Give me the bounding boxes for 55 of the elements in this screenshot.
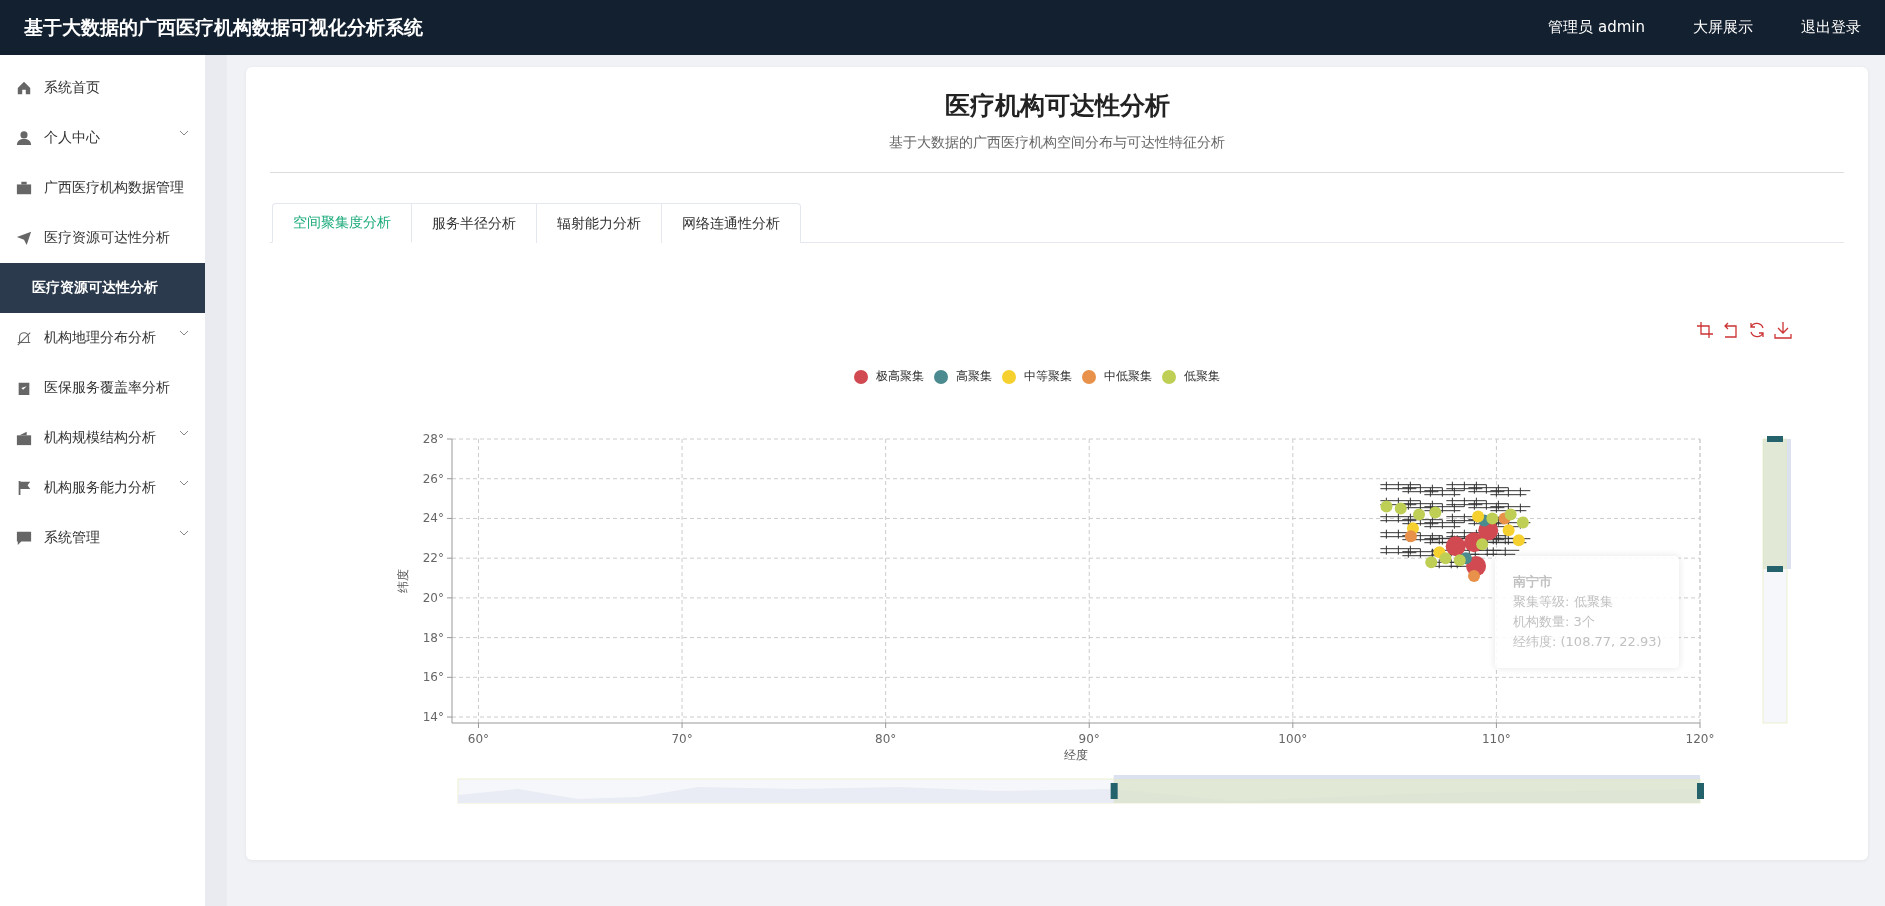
x-tick-label: 110° <box>1481 732 1511 746</box>
sidebar-item[interactable]: 机构服务能力分析 <box>0 463 205 513</box>
sidebar-label: 系统管理 <box>44 529 100 547</box>
legend-item[interactable]: 中等聚集 <box>1002 368 1072 385</box>
y-tick-label: 28° <box>422 432 444 446</box>
legend-item[interactable]: 中低聚集 <box>1082 368 1152 385</box>
x-tick-label: 100° <box>1278 732 1308 746</box>
sidebar-label: 系统首页 <box>44 79 100 97</box>
sidebar-item[interactable]: 系统首页 <box>0 63 205 113</box>
legend-item[interactable]: 极高聚集 <box>854 368 924 385</box>
sidebar-label: 个人中心 <box>44 129 100 147</box>
sidebar-item[interactable]: 机构规模结构分析 <box>0 413 205 463</box>
tooltip-line: 机构数量: 3个 <box>1513 613 1596 631</box>
sidebar-label: 机构服务能力分析 <box>44 479 156 497</box>
tooltip-line: 经纬度: (108.77, 22.93) <box>1513 633 1661 651</box>
tooltip-line: 聚集等级: 低聚集 <box>1513 593 1614 611</box>
y-tick-label: 20° <box>422 590 444 605</box>
x-tick-label: 90° <box>1078 732 1100 746</box>
sidebar-label: 机构地理分布分析 <box>44 329 156 347</box>
sidebar-item[interactable]: 广西医疗机构数据管理 <box>0 163 205 213</box>
y-tick-label: 16° <box>422 670 444 685</box>
sidebar-label: 医保服务覆盖率分析 <box>44 379 170 397</box>
tab[interactable]: 网络连通性分析 <box>662 203 801 243</box>
sidebar-item[interactable]: 医保服务覆盖率分析 <box>0 363 205 413</box>
x-tick-label: 60° <box>467 732 490 746</box>
header-link[interactable]: 管理员 admin <box>1548 18 1645 37</box>
tab[interactable]: 辐射能力分析 <box>537 203 662 243</box>
sidebar-item[interactable]: 医疗资源可达性分析 <box>0 263 205 313</box>
y-tick-label: 24° <box>422 511 444 526</box>
y-tick-label: 26° <box>422 471 444 486</box>
page-title: 医疗机构可达性分析 <box>943 90 1171 122</box>
sidebar-label: 医疗资源可达性分析 <box>44 229 170 247</box>
tab[interactable]: 服务半径分析 <box>412 203 537 243</box>
sidebar-item[interactable]: 机构地理分布分析 <box>0 313 205 363</box>
x-tick-label: 80° <box>875 732 897 746</box>
sidebar-label: 机构规模结构分析 <box>44 429 156 447</box>
sidebar-label: 医疗资源可达性分析 <box>32 279 158 297</box>
app-title: 基于大数据的广西医疗机构数据可视化分析系统 <box>24 14 424 40</box>
sidebar-label: 广西医疗机构数据管理 <box>44 179 184 197</box>
y-tick-label: 14° <box>422 710 444 725</box>
y-tick-label: 22° <box>422 551 444 566</box>
x-tick-label: 120° <box>1685 732 1715 746</box>
sidebar-item[interactable]: 个人中心 <box>0 113 205 163</box>
sidebar-item[interactable]: 系统管理 <box>0 513 205 563</box>
tooltip-title: 南宁市 <box>1513 573 1553 591</box>
legend-item[interactable]: 高聚集 <box>934 368 992 385</box>
x-tick-label: 70° <box>671 732 693 746</box>
x-axis-title: 经度 <box>1064 748 1088 762</box>
header-link[interactable]: 退出登录 <box>1801 18 1861 37</box>
y-tick-label: 18° <box>422 630 444 645</box>
sidebar-item[interactable]: 医疗资源可达性分析 <box>0 213 205 263</box>
page-subtitle: 基于大数据的广西医疗机构空间分布与可达性特征分析 <box>888 134 1226 152</box>
y-axis-title: 纬度 <box>396 569 410 593</box>
header-link[interactable]: 大屏展示 <box>1693 18 1753 37</box>
legend-item[interactable]: 低聚集 <box>1162 368 1220 385</box>
